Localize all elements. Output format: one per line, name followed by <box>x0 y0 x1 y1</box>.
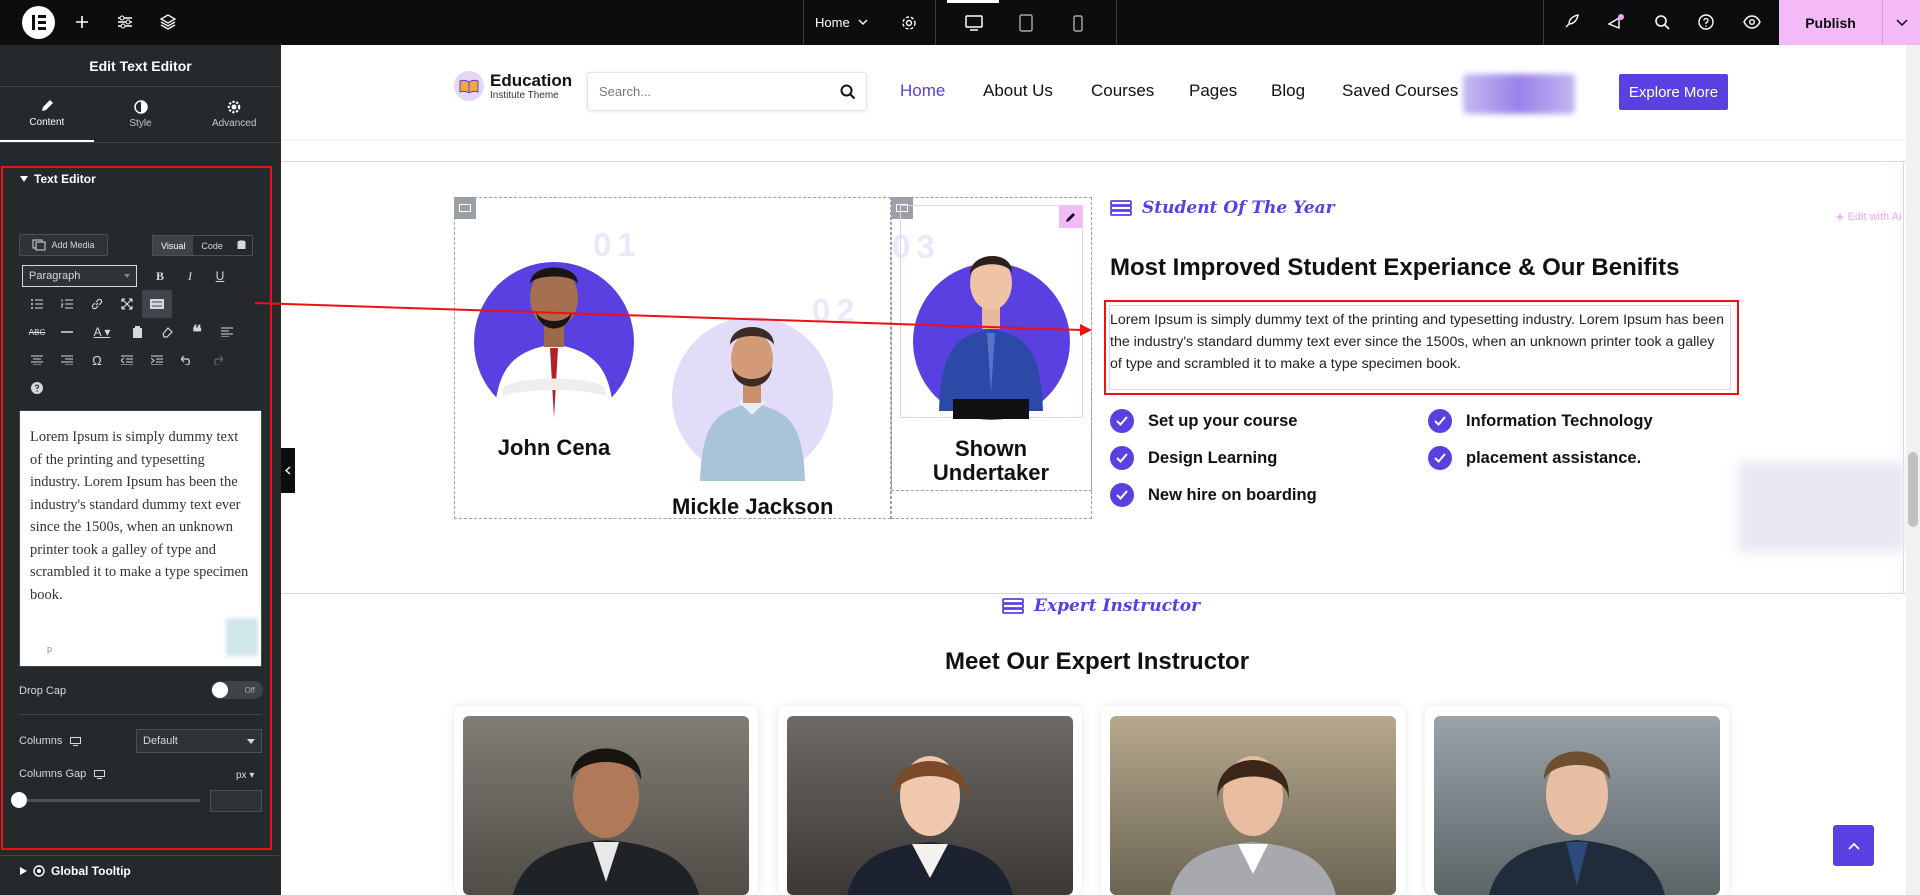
chevron-up-icon <box>1847 842 1860 850</box>
instructor-card[interactable] <box>1425 706 1729 895</box>
instructor-tag-text: Expert Instructor <box>1034 596 1201 616</box>
instructor-card[interactable] <box>454 706 758 895</box>
instructor-photo <box>1434 716 1720 895</box>
instructor-card[interactable] <box>778 706 1082 895</box>
scrollbar-thumb[interactable] <box>1908 452 1918 527</box>
instructor-photo <box>787 716 1073 895</box>
instructor-photo <box>1110 716 1396 895</box>
books-icon <box>1002 598 1024 614</box>
instructor-card[interactable] <box>1101 706 1405 895</box>
instructor-photo <box>463 716 749 895</box>
expert-instructor-tag: Expert Instructor <box>1002 596 1200 616</box>
back-to-top-button[interactable] <box>1833 825 1874 866</box>
instructor-heading: Meet Our Expert Instructor <box>945 648 1250 675</box>
